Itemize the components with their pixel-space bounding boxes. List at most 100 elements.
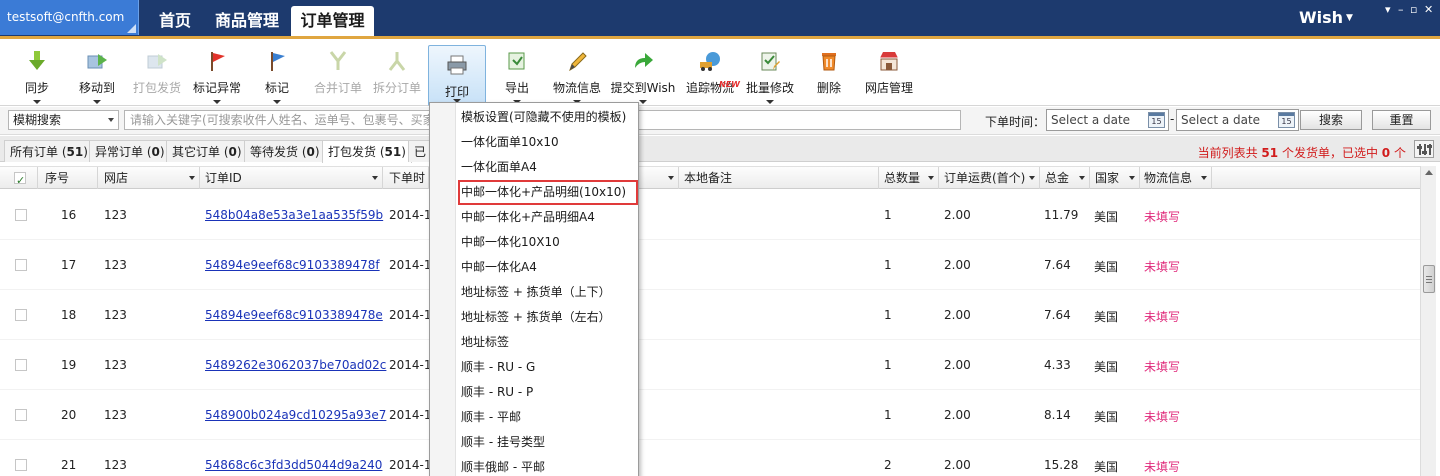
- select-all-checkbox[interactable]: [14, 170, 26, 192]
- minimize-icon[interactable]: –: [1398, 4, 1404, 16]
- scroll-thumb[interactable]: [1423, 265, 1435, 293]
- menu-item-label-picklist-vertical[interactable]: 地址标签 + 拣货单（上下）: [430, 280, 638, 305]
- delete-button[interactable]: 删除: [812, 42, 846, 106]
- menu-item-sf-surface[interactable]: 顺丰 - 平邮: [430, 405, 638, 430]
- menu-item-china-post-detail-a4[interactable]: 中邮一体化+产品明细A4: [430, 205, 638, 230]
- menu-item-china-post-10x10[interactable]: 中邮一体化10X10: [430, 230, 638, 255]
- tab-exception-orders[interactable]: 异常订单 (0): [89, 140, 171, 162]
- sort-arrow-icon[interactable]: [928, 176, 934, 180]
- date-to-input[interactable]: Select a date 15: [1176, 109, 1299, 131]
- reset-button[interactable]: 重置: [1372, 110, 1431, 130]
- sort-arrow-icon[interactable]: [1201, 176, 1207, 180]
- nav-tab-home[interactable]: 首页: [147, 6, 203, 36]
- sort-arrow-icon[interactable]: [1079, 176, 1085, 180]
- print-button[interactable]: 打印: [428, 45, 486, 106]
- account-switcher[interactable]: testsoft@cnfth.com: [0, 0, 139, 35]
- table-row[interactable]: 17 123 54894e9eef68c9103389478f 2014-1 1…: [0, 240, 1420, 290]
- search-mode-select[interactable]: 模糊搜索: [8, 110, 119, 130]
- maximize-icon[interactable]: ▫: [1410, 4, 1417, 16]
- menu-item-china-post-a4[interactable]: 中邮一体化A4: [430, 255, 638, 280]
- sort-arrow-icon[interactable]: [668, 176, 674, 180]
- row-order-id-link[interactable]: 54894e9eef68c9103389478f: [205, 258, 380, 272]
- sort-arrow-icon[interactable]: [1029, 176, 1035, 180]
- sort-arrow-icon[interactable]: [1129, 176, 1135, 180]
- split-order-button[interactable]: 拆分订单: [370, 42, 424, 106]
- row-checkbox[interactable]: [15, 259, 27, 271]
- row-logistics-status[interactable]: 未填写: [1144, 358, 1180, 375]
- table-row[interactable]: 19 123 5489262e3062037be70ad02c 2014-1 1…: [0, 340, 1420, 390]
- table-row[interactable]: 18 123 54894e9eef68c9103389478e 2014-1 1…: [0, 290, 1420, 340]
- row-checkbox[interactable]: [15, 309, 27, 321]
- table-row[interactable]: 21 123 54868c6c3fd3dd5044d9a240 2014-1 2…: [0, 440, 1420, 476]
- store-title[interactable]: Wish: [1299, 8, 1343, 27]
- nav-tab-products[interactable]: 商品管理: [207, 6, 287, 36]
- col-seq[interactable]: 序号: [38, 167, 98, 189]
- logistics-button[interactable]: 物流信息: [550, 42, 604, 106]
- vertical-scrollbar[interactable]: [1420, 166, 1436, 476]
- tab-all-orders[interactable]: 所有订单 (51): [4, 140, 94, 162]
- menu-arrow-icon[interactable]: ▾: [1385, 4, 1391, 16]
- col-total[interactable]: 总金: [1040, 167, 1090, 189]
- row-logistics-status[interactable]: 未填写: [1144, 208, 1180, 225]
- scroll-up-icon[interactable]: [1425, 170, 1433, 175]
- sort-arrow-icon[interactable]: [372, 176, 378, 180]
- menu-item-sf-russia-surface[interactable]: 顺丰俄邮 - 平邮: [430, 455, 638, 476]
- col-order-id[interactable]: 订单ID: [200, 167, 383, 189]
- row-order-id-link[interactable]: 54894e9eef68c9103389478e: [205, 308, 383, 322]
- tab-other-orders[interactable]: 其它订单 (0): [166, 140, 248, 162]
- store-manage-button[interactable]: 网店管理: [862, 42, 916, 106]
- tab-awaiting-shipment[interactable]: 等待发货 (0): [244, 140, 326, 162]
- row-checkbox[interactable]: [15, 409, 27, 421]
- row-order-id-link[interactable]: 5489262e3062037be70ad02c: [205, 358, 386, 372]
- menu-item-integrated-a4[interactable]: 一体化面单A4: [430, 155, 638, 180]
- row-logistics-status[interactable]: 未填写: [1144, 458, 1180, 475]
- menu-item-sf-ru-p[interactable]: 顺丰 - RU - P: [430, 380, 638, 405]
- export-button[interactable]: 导出: [497, 42, 537, 106]
- row-checkbox[interactable]: [15, 359, 27, 371]
- col-logistics[interactable]: 物流信息: [1140, 167, 1212, 189]
- store-caret-icon[interactable]: ▼: [1346, 13, 1353, 23]
- table-row[interactable]: 20 123 548900b024a9cd10295a93e7 2014-1 1…: [0, 390, 1420, 440]
- col-local-note[interactable]: 本地备注: [679, 167, 879, 189]
- col-store[interactable]: 网店: [98, 167, 200, 189]
- close-icon[interactable]: ✕: [1424, 4, 1433, 16]
- mark-button[interactable]: 标记: [257, 42, 297, 106]
- sort-arrow-icon[interactable]: [189, 176, 195, 180]
- row-order-id-link[interactable]: 54868c6c3fd3dd5044d9a240: [205, 458, 382, 472]
- col-order-time[interactable]: 下单时: [383, 167, 429, 189]
- menu-item-sf-ru-g[interactable]: 顺丰 - RU - G: [430, 355, 638, 380]
- row-logistics-status[interactable]: 未填写: [1144, 308, 1180, 325]
- col-country[interactable]: 国家: [1090, 167, 1140, 189]
- row-checkbox[interactable]: [15, 209, 27, 221]
- menu-item-integrated-10x10[interactable]: 一体化面单10x10: [430, 130, 638, 155]
- nav-tab-orders[interactable]: 订单管理: [291, 6, 374, 36]
- row-order-id-link[interactable]: 548900b024a9cd10295a93e7: [205, 408, 386, 422]
- col-freight[interactable]: 订单运费(首个): [939, 167, 1040, 189]
- row-checkbox[interactable]: [15, 459, 27, 471]
- menu-item-sf-registered[interactable]: 顺丰 - 挂号类型: [430, 430, 638, 455]
- sync-button[interactable]: 同步: [16, 42, 58, 106]
- move-to-button[interactable]: 移动到: [73, 42, 121, 106]
- merge-order-button[interactable]: 合并订单: [311, 42, 365, 106]
- batch-edit-button[interactable]: 批量修改: [743, 42, 797, 106]
- select-all-cell[interactable]: [0, 167, 38, 192]
- calendar-icon[interactable]: 15: [1148, 112, 1165, 128]
- menu-item-label-picklist-horizontal[interactable]: 地址标签 + 拣货单（左右）: [430, 305, 638, 330]
- pack-ship-button[interactable]: 打包发货: [130, 42, 184, 106]
- row-logistics-status[interactable]: 未填写: [1144, 258, 1180, 275]
- menu-item-template-settings[interactable]: 模板设置(可隐藏不使用的模板): [430, 105, 638, 130]
- menu-item-china-post-detail-10x10[interactable]: 中邮一体化+产品明细(10x10): [458, 180, 638, 205]
- table-row[interactable]: 16 123 548b04a8e53a3e1aa535f59b 2014-1 1…: [0, 190, 1420, 240]
- menu-item-address-label[interactable]: 地址标签: [430, 330, 638, 355]
- col-qty[interactable]: 总数量: [879, 167, 939, 189]
- track-logistics-button[interactable]: 追踪物流: [683, 42, 737, 106]
- column-settings-icon[interactable]: [1414, 140, 1434, 158]
- tab-pack-ship[interactable]: 打包发货 (51): [322, 140, 412, 163]
- mark-exception-button[interactable]: 标记异常: [190, 42, 244, 106]
- row-logistics-status[interactable]: 未填写: [1144, 408, 1180, 425]
- row-order-id-link[interactable]: 548b04a8e53a3e1aa535f59b: [205, 208, 383, 222]
- search-button[interactable]: 搜索: [1300, 110, 1362, 130]
- date-from-input[interactable]: Select a date 15: [1046, 109, 1169, 131]
- submit-wish-button[interactable]: 提交到Wish: [609, 42, 677, 106]
- calendar-icon[interactable]: 15: [1278, 112, 1295, 128]
